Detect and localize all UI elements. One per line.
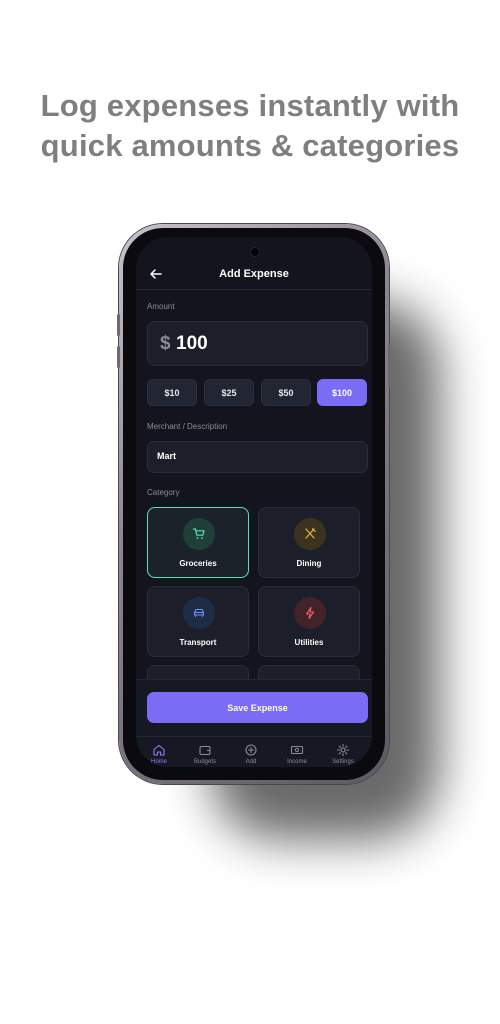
quick-amount-100-button[interactable]: $100 bbox=[317, 379, 367, 406]
quick-amount-50-button[interactable]: $50 bbox=[261, 379, 311, 406]
bolt-icon bbox=[294, 597, 326, 629]
tab-add-label: Add bbox=[245, 759, 257, 765]
volume-up-button bbox=[117, 314, 120, 336]
tab-bar: Home Budgets Add Income Settings bbox=[136, 736, 372, 767]
category-label: Category bbox=[147, 488, 180, 497]
app-header: Add Expense bbox=[136, 259, 372, 290]
camera-icon bbox=[250, 247, 260, 257]
amount-input[interactable]: $ 100 bbox=[147, 321, 368, 366]
merchant-value: Mart bbox=[157, 451, 177, 461]
amount-label: Amount bbox=[147, 302, 175, 311]
currency-symbol: $ bbox=[160, 333, 171, 354]
category-groceries-label: Groceries bbox=[179, 559, 217, 568]
category-groceries[interactable]: Groceries bbox=[147, 507, 249, 578]
quick-amount-10-button[interactable]: $10 bbox=[147, 379, 197, 406]
car-icon bbox=[183, 597, 215, 629]
wallet-icon bbox=[199, 745, 211, 756]
tab-home-label: Home bbox=[150, 759, 167, 765]
merchant-label: Merchant / Description bbox=[147, 422, 228, 431]
merchant-input[interactable]: Mart bbox=[147, 441, 368, 473]
page-title: Add Expense bbox=[219, 268, 289, 280]
gear-icon bbox=[336, 743, 350, 757]
plus-circle-icon bbox=[245, 744, 257, 756]
cash-icon bbox=[290, 745, 304, 755]
category-transport[interactable]: Transport bbox=[147, 586, 249, 657]
utensils-icon bbox=[294, 518, 326, 550]
headline: Log expenses instantly with quick amount… bbox=[40, 88, 460, 163]
app-screen: Add Expense Amount $ 100 $10 $25 $50 $10… bbox=[136, 237, 372, 767]
category-dining[interactable]: Dining bbox=[258, 507, 360, 578]
category-dining-label: Dining bbox=[296, 559, 322, 568]
power-button bbox=[388, 344, 391, 388]
promo-page: Log expenses instantly with quick amount… bbox=[0, 0, 500, 1024]
tab-add[interactable]: Add bbox=[228, 743, 274, 767]
phone-bezel: Add Expense Amount $ 100 $10 $25 $50 $10… bbox=[123, 228, 385, 780]
category-more-1[interactable] bbox=[147, 665, 249, 679]
phone-frame: Add Expense Amount $ 100 $10 $25 $50 $10… bbox=[117, 224, 391, 784]
tab-home[interactable]: Home bbox=[136, 743, 182, 767]
home-icon bbox=[153, 744, 165, 756]
quick-amount-25-button[interactable]: $25 bbox=[204, 379, 254, 406]
save-expense-button[interactable]: Save Expense bbox=[147, 692, 368, 723]
tab-income-label: Income bbox=[287, 759, 307, 765]
tab-income[interactable]: Income bbox=[274, 743, 320, 767]
category-utilities-label: Utilities bbox=[294, 638, 324, 647]
volume-down-button bbox=[117, 346, 120, 368]
category-grid: Groceries Dining Transport Utilities bbox=[147, 507, 362, 679]
cart-icon bbox=[183, 518, 215, 550]
quick-amounts: $10 $25 $50 $100 bbox=[147, 379, 368, 406]
category-transport-label: Transport bbox=[179, 638, 217, 647]
category-more-2[interactable] bbox=[258, 665, 360, 679]
tab-settings-label: Settings bbox=[332, 759, 354, 765]
tab-budgets-label: Budgets bbox=[193, 759, 217, 765]
bottom-panel: Save Expense Home Budgets Add Income Set… bbox=[136, 679, 372, 767]
amount-value: 100 bbox=[176, 333, 208, 354]
tab-settings[interactable]: Settings bbox=[320, 743, 366, 767]
category-utilities[interactable]: Utilities bbox=[258, 586, 360, 657]
tab-budgets[interactable]: Budgets bbox=[182, 743, 228, 767]
